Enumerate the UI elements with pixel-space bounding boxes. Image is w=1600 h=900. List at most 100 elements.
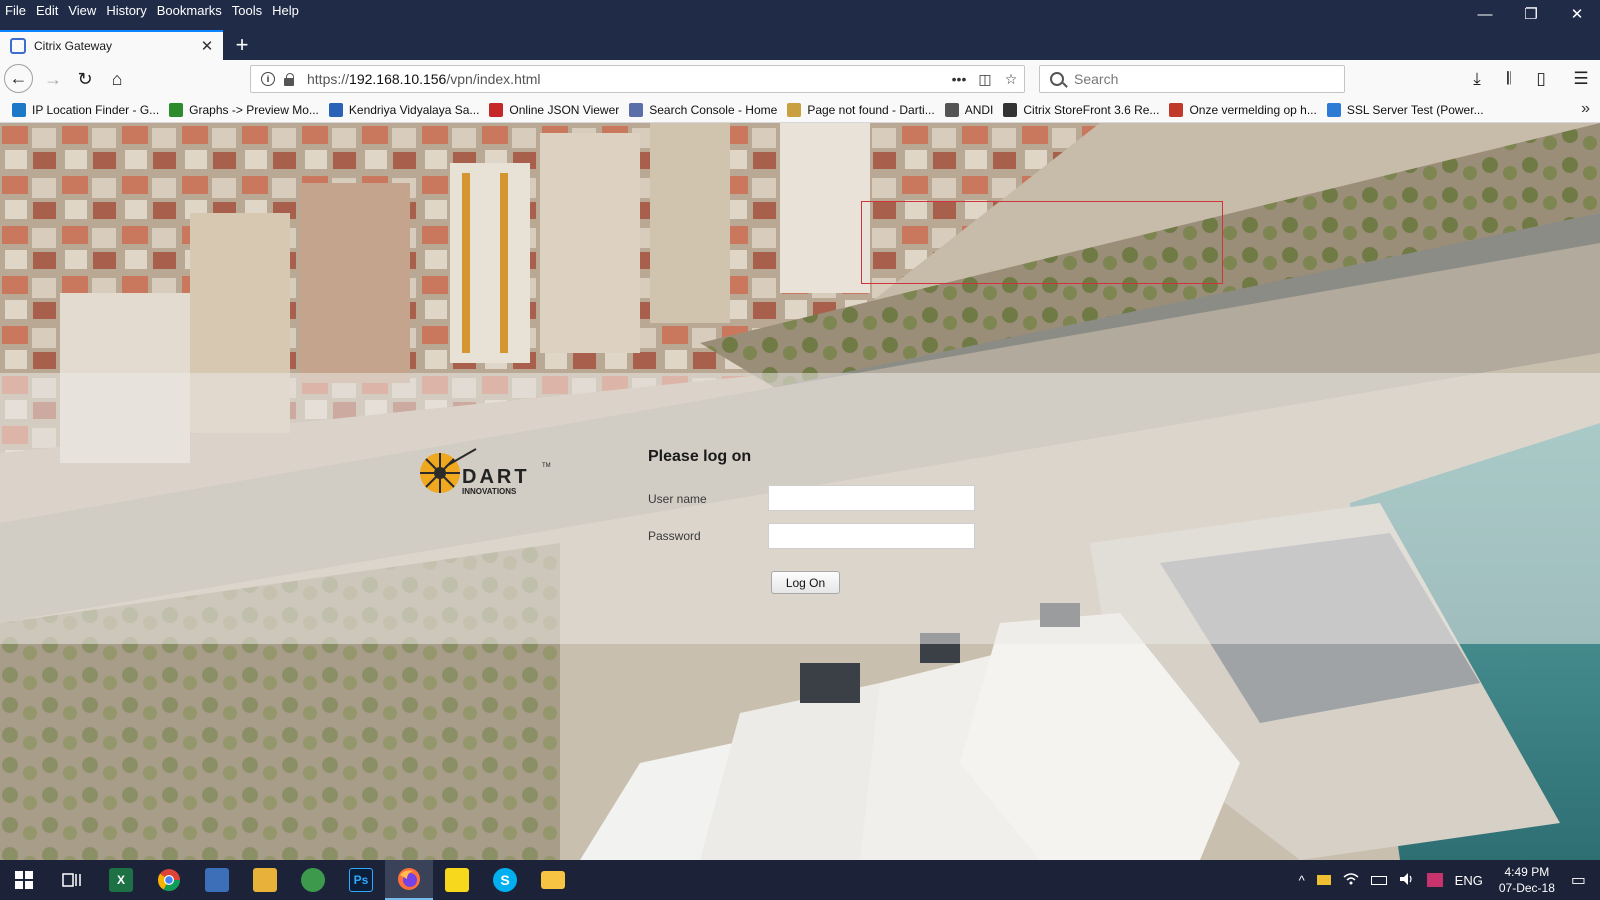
dart-icon	[787, 102, 802, 117]
bookmark-item[interactable]: Onze vermelding op h...	[1169, 102, 1317, 117]
menu-edit[interactable]: Edit	[31, 0, 63, 22]
bookmark-item[interactable]: IP Location Finder - G...	[12, 102, 160, 117]
taskbar-outlook[interactable]	[241, 860, 289, 900]
back-button[interactable]: ←	[4, 64, 33, 93]
navigation-toolbar: ← → ↻ ⌂ i https://192.168.10.156/vpn/ind…	[0, 60, 1600, 97]
bookmark-item[interactable]: Search Console - Home	[629, 102, 777, 117]
task-view-icon	[62, 873, 81, 887]
language-indicator[interactable]: ENG	[1455, 873, 1483, 888]
new-tab-button[interactable]: +	[228, 32, 256, 58]
task-view-button[interactable]	[48, 860, 96, 900]
home-button[interactable]: ⌂	[102, 64, 132, 94]
bookmark-label: SSL Server Test (Power...	[1346, 102, 1484, 117]
bookmark-label: Online JSON Viewer	[509, 102, 620, 117]
site-info-icon[interactable]: i	[261, 72, 275, 86]
tray-chevron-icon[interactable]: ^	[1299, 873, 1305, 888]
taskbar-photoshop[interactable]: Ps	[337, 860, 385, 900]
downloads-icon[interactable]: ⤓	[1462, 64, 1492, 94]
bookmark-label: Kendriya Vidyalaya Sa...	[348, 102, 480, 117]
menu-view[interactable]: View	[63, 0, 101, 22]
hamburger-menu-icon[interactable]: ☰	[1566, 64, 1596, 94]
taskbar-green-app[interactable]	[289, 860, 337, 900]
network-tool-icon	[205, 868, 229, 892]
tab-citrix-gateway[interactable]: Citrix Gateway ✕	[0, 30, 223, 60]
volume-icon[interactable]	[1399, 872, 1415, 889]
forward-button[interactable]: →	[38, 64, 68, 94]
page-content: DART INNOVATIONS TM Please log on User n…	[0, 123, 1600, 860]
pocket-icon[interactable]: ◫	[972, 67, 998, 91]
library-icon[interactable]: 𝄃	[1494, 64, 1524, 94]
reload-button[interactable]: ↻	[70, 64, 100, 94]
kv-icon	[328, 102, 343, 117]
lock-favicon-icon	[10, 38, 26, 54]
search-bar[interactable]	[1039, 65, 1345, 93]
taskbar-firefox[interactable]	[385, 860, 433, 900]
taskbar-chrome[interactable]	[145, 860, 193, 900]
page-actions-icon[interactable]: •••	[946, 67, 972, 91]
clock[interactable]: 4:49 PM 07-Dec-18	[1499, 864, 1555, 896]
bookmark-item[interactable]: Page not found - Darti...	[787, 102, 935, 117]
battery-icon[interactable]	[1370, 875, 1387, 885]
bookmark-label: ANDI	[964, 102, 994, 117]
clock-date: 07-Dec-18	[1498, 881, 1555, 895]
window-controls: — ❐ ✕	[1462, 0, 1600, 28]
restore-button[interactable]: ❐	[1508, 0, 1554, 28]
bookmark-item[interactable]: Online JSON Viewer	[489, 102, 620, 117]
menu-bookmarks[interactable]: Bookmarks	[152, 0, 227, 22]
close-window-button[interactable]: ✕	[1554, 0, 1600, 28]
username-input[interactable]	[768, 485, 975, 511]
sidebar-icon[interactable]: ▯	[1526, 64, 1556, 94]
bookmark-item[interactable]: Citrix StoreFront 3.6 Re...	[1003, 102, 1159, 117]
url-bar[interactable]: i https://192.168.10.156/vpn/index.html …	[250, 65, 1025, 93]
green-app-icon	[301, 868, 325, 892]
insecure-lock-icon[interactable]	[283, 73, 295, 86]
bookmark-item[interactable]: ANDI	[944, 102, 994, 117]
bookmark-label: Page not found - Darti...	[807, 102, 935, 117]
taskbar-skype[interactable]: S	[481, 860, 529, 900]
system-tray: ^ ENG 4:49 PM 07-Dec-18 ▭	[1293, 860, 1600, 900]
citrix-icon	[1003, 102, 1018, 117]
menu-history[interactable]: History	[101, 0, 151, 22]
ssl-icon	[1326, 102, 1341, 117]
menu-tools[interactable]: Tools	[227, 0, 267, 22]
dart-innovations-logo: DART INNOVATIONS TM	[420, 448, 551, 496]
notification-center-icon[interactable]: ▭	[1571, 870, 1586, 890]
taskbar-sticky-notes[interactable]	[433, 860, 481, 900]
windows-taskbar: X Ps S ^ ENG 4:49 PM 07-Dec-18 ▭	[0, 860, 1600, 900]
bookmark-item[interactable]: Kendriya Vidyalaya Sa...	[328, 102, 480, 117]
chrome-icon	[158, 869, 180, 891]
bookmark-star-icon[interactable]: ☆	[998, 67, 1024, 91]
url-scheme: https://	[307, 71, 350, 87]
log-on-button[interactable]: Log On	[771, 571, 840, 594]
logo-name: DART	[462, 466, 530, 488]
url-text[interactable]: https://192.168.10.156/vpn/index.html	[307, 71, 946, 87]
bookmarks-bar: IP Location Finder - G... Graphs -> Previ…	[0, 97, 1600, 123]
bookmark-label: IP Location Finder - G...	[32, 102, 160, 117]
start-button[interactable]	[0, 860, 48, 900]
taskbar-file-explorer[interactable]	[529, 860, 577, 900]
password-input[interactable]	[768, 523, 975, 549]
title-bar: File Edit View History Bookmarks Tools H…	[0, 0, 1600, 60]
search-icon	[1050, 72, 1064, 86]
search-input[interactable]	[1074, 71, 1324, 87]
menu-bar: File Edit View History Bookmarks Tools H…	[0, 0, 304, 22]
url-path: /vpn/index.html	[446, 71, 541, 87]
app-tray-icon[interactable]	[1426, 873, 1443, 887]
menu-file[interactable]: File	[0, 0, 31, 22]
url-host: 192.168.10.156	[349, 71, 447, 87]
wifi-icon[interactable]	[1343, 872, 1359, 889]
mail-tray-icon[interactable]	[1316, 875, 1331, 885]
bookmarks-overflow-icon[interactable]: »	[1581, 100, 1590, 118]
taskbar-network-tool[interactable]	[193, 860, 241, 900]
menu-help[interactable]: Help	[267, 0, 304, 22]
minimize-button[interactable]: —	[1462, 0, 1508, 28]
taskbar-excel[interactable]: X	[97, 860, 145, 900]
bookmark-item[interactable]: SSL Server Test (Power...	[1326, 102, 1484, 117]
globe-icon	[944, 102, 959, 117]
red-highlight-box	[861, 201, 1223, 284]
bookmark-item[interactable]: Graphs -> Preview Mo...	[169, 102, 319, 117]
bookmark-label: Graphs -> Preview Mo...	[189, 102, 319, 117]
ip-icon	[12, 102, 26, 117]
bookmark-label: Onze vermelding op h...	[1189, 102, 1317, 117]
tab-close-icon[interactable]: ✕	[197, 36, 217, 56]
